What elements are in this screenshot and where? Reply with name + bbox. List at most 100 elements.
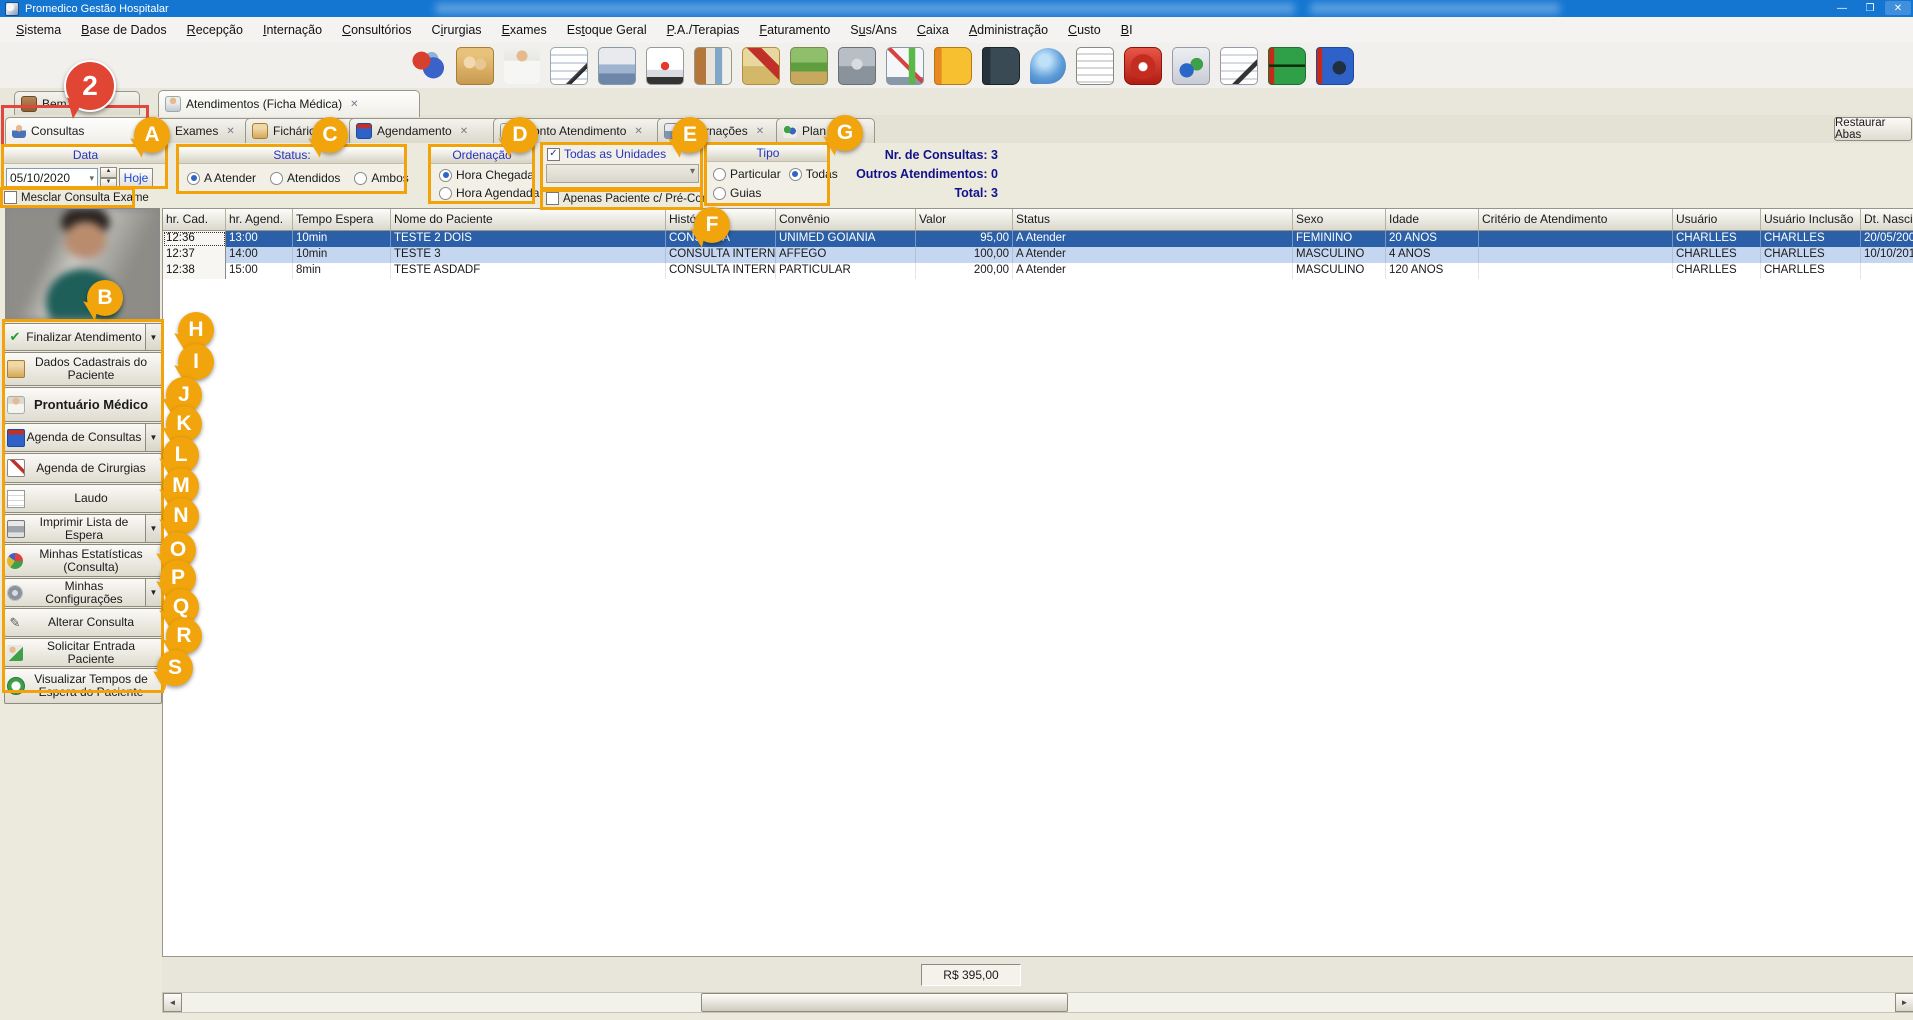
- menu-item-sus-ans[interactable]: Sus/Ans: [840, 19, 907, 41]
- menu-item-sistema[interactable]: Sistema: [6, 19, 71, 41]
- restore-tabs-button[interactable]: Restaurar Abas: [1834, 117, 1912, 141]
- column-header-critério-de-atendimento[interactable]: Critério de Atendimento: [1479, 209, 1673, 231]
- hospital-bed-icon[interactable]: [598, 47, 636, 85]
- transfer-users-icon[interactable]: [410, 48, 446, 84]
- patient-log-blue-icon[interactable]: [1316, 47, 1354, 85]
- today-button[interactable]: Hoje: [119, 168, 153, 188]
- split-dropdown-arrow[interactable]: ▼: [145, 324, 161, 350]
- column-header-sexo[interactable]: Sexo: [1293, 209, 1386, 231]
- menu-item-bi[interactable]: BI: [1111, 19, 1143, 41]
- laudo-button[interactable]: Laudo: [4, 484, 162, 513]
- minimize-button[interactable]: —: [1829, 1, 1855, 15]
- menu-item-interna-o[interactable]: Internação: [253, 19, 332, 41]
- radio-hora-agendada[interactable]: Hora Agendada: [431, 182, 533, 200]
- date-spin-down[interactable]: ▼: [100, 178, 117, 189]
- finalizar-atendimento-button[interactable]: ✔Finalizar Atendimento▼: [4, 323, 162, 351]
- menu-item-administra-o[interactable]: Administração: [959, 19, 1058, 41]
- safe-icon[interactable]: [838, 47, 876, 85]
- tab-agendamento[interactable]: Agendamento✕: [349, 118, 503, 143]
- column-header-convênio[interactable]: Convênio: [776, 209, 916, 231]
- prontuário-médico-button[interactable]: Prontuário Médico: [4, 387, 162, 422]
- minhas-estatísticas-button[interactable]: Minhas Estatísticas (Consulta): [4, 544, 162, 577]
- menu-item-caixa[interactable]: Caixa: [907, 19, 959, 41]
- date-spin-up[interactable]: ▲: [100, 167, 117, 178]
- tab-close-icon[interactable]: ✕: [226, 126, 234, 137]
- column-header-dt-nascimento[interactable]: Dt. Nascimento: [1861, 209, 1913, 231]
- scroll-right-arrow[interactable]: ►: [1895, 993, 1913, 1012]
- radio-particular[interactable]: Particular: [713, 167, 781, 181]
- contract-sign-icon[interactable]: [1220, 47, 1258, 85]
- patient-folder-icon[interactable]: [456, 47, 494, 85]
- e-billing-icon[interactable]: [1172, 47, 1210, 85]
- column-header-hr-agend-[interactable]: hr. Agend.: [226, 209, 293, 231]
- revenue-arrow-icon[interactable]: [742, 47, 780, 85]
- column-header-usuário-inclusão[interactable]: Usuário Inclusão: [1761, 209, 1861, 231]
- column-header-usuário[interactable]: Usuário: [1673, 209, 1761, 231]
- menu-item-recep-o[interactable]: Recepção: [177, 19, 253, 41]
- chat-bubble-icon[interactable]: [1030, 48, 1066, 84]
- radio-hora-chegada[interactable]: Hora Chegada: [431, 164, 533, 182]
- column-header-idade[interactable]: Idade: [1386, 209, 1479, 231]
- date-input[interactable]: 05/10/2020 ▾: [6, 168, 98, 188]
- appointments-grid[interactable]: hr. Cad.hr. Agend.Tempo EsperaNome do Pa…: [162, 208, 1913, 957]
- menu-item-estoque-geral[interactable]: Estoque Geral: [557, 19, 657, 41]
- invoice-icon[interactable]: [1076, 47, 1114, 85]
- menu-item-custo[interactable]: Custo: [1058, 19, 1111, 41]
- table-row[interactable]: 12:3714:0010minTESTE 3CONSULTA INTERNOAF…: [163, 247, 1913, 263]
- alterar-consulta-button[interactable]: ✎Alterar Consulta: [4, 608, 162, 637]
- all-units-checkbox[interactable]: ✓: [547, 148, 560, 161]
- menu-item-exames[interactable]: Exames: [492, 19, 557, 41]
- visualizar-tempos-de-button[interactable]: Visualizar Tempos de Espera do Paciente: [4, 668, 162, 704]
- radio-todas[interactable]: Todas: [789, 167, 838, 181]
- column-header-status[interactable]: Status: [1013, 209, 1293, 231]
- radio-atendidos[interactable]: Atendidos: [270, 171, 340, 185]
- menu-item-faturamento[interactable]: Faturamento: [749, 19, 840, 41]
- menu-item-consult-rios[interactable]: Consultórios: [332, 19, 421, 41]
- minhas-configurações-button[interactable]: Minhas Configurações▼: [4, 578, 162, 607]
- tab-close-icon[interactable]: ✕: [756, 126, 764, 137]
- doctor-icon[interactable]: [504, 48, 540, 84]
- menu-item-base-de-dados[interactable]: Base de Dados: [71, 19, 176, 41]
- power-exit-icon[interactable]: [1124, 47, 1162, 85]
- scrollbar-thumb[interactable]: [701, 993, 1068, 1012]
- cash-boxes-icon[interactable]: [790, 47, 828, 85]
- column-header-hr-cad-[interactable]: hr. Cad.: [163, 209, 226, 231]
- tab-close-icon[interactable]: ✕: [634, 126, 642, 137]
- medical-form-icon[interactable]: [550, 47, 588, 85]
- radio-ambos[interactable]: Ambos: [354, 171, 408, 185]
- tab-atendimentos-ficha-médica-[interactable]: Atendimentos (Ficha Médica)✕: [158, 90, 420, 117]
- maximize-button[interactable]: ❐: [1857, 1, 1883, 15]
- horizontal-scrollbar[interactable]: ◄ ►: [162, 992, 1913, 1013]
- cell-hr-agend-: 14:00: [226, 247, 293, 263]
- column-header-tempo-espera[interactable]: Tempo Espera: [293, 209, 391, 231]
- ambulance-icon[interactable]: [646, 47, 684, 85]
- gear-icon: [7, 585, 23, 601]
- scroll-left-arrow[interactable]: ◄: [163, 993, 182, 1012]
- merge-checkbox[interactable]: [4, 191, 17, 204]
- ledger-book-icon[interactable]: [982, 47, 1020, 85]
- column-header-valor[interactable]: Valor: [916, 209, 1013, 231]
- date-dropdown-icon[interactable]: ▾: [89, 173, 94, 184]
- tab-close-icon[interactable]: ✕: [460, 126, 468, 137]
- solicitar-entrada-paciente-button[interactable]: Solicitar Entrada Paciente: [4, 638, 162, 667]
- agenda-de-cirurgias-button[interactable]: Agenda de Cirurgias: [4, 453, 162, 483]
- pharmacy-icon[interactable]: [694, 47, 732, 85]
- pre-consulta-checkbox[interactable]: [546, 192, 559, 205]
- stats-board-icon[interactable]: [886, 47, 924, 85]
- phone-directory-icon[interactable]: [934, 47, 972, 85]
- vitals-log-green-icon[interactable]: [1268, 47, 1306, 85]
- menu-item-p-a-terapias[interactable]: P.A./Terapias: [657, 19, 750, 41]
- table-row[interactable]: 12:3613:0010minTESTE 2 DOISCONSULTAUNIME…: [163, 231, 1913, 247]
- table-row[interactable]: 12:3815:008minTESTE ASDADFCONSULTA INTER…: [163, 263, 1913, 279]
- cell-histórico: CONSULTA INTERNO: [666, 247, 776, 263]
- menu-item-cirurgias[interactable]: Cirurgias: [422, 19, 492, 41]
- dados-cadastrais-do-button[interactable]: Dados Cadastrais do Paciente: [4, 352, 162, 386]
- radio-guias[interactable]: Guias: [713, 186, 761, 200]
- close-button[interactable]: ✕: [1885, 1, 1911, 15]
- units-dropdown[interactable]: [546, 164, 699, 183]
- radio-a-atender[interactable]: A Atender: [187, 171, 256, 185]
- agenda-de-consultas-button[interactable]: Agenda de Consultas▼: [4, 423, 162, 452]
- column-header-nome-do-paciente[interactable]: Nome do Paciente: [391, 209, 666, 231]
- tab-close-icon[interactable]: ✕: [350, 99, 358, 110]
- imprimir-lista-de-espera-button[interactable]: Imprimir Lista de Espera▼: [4, 514, 162, 543]
